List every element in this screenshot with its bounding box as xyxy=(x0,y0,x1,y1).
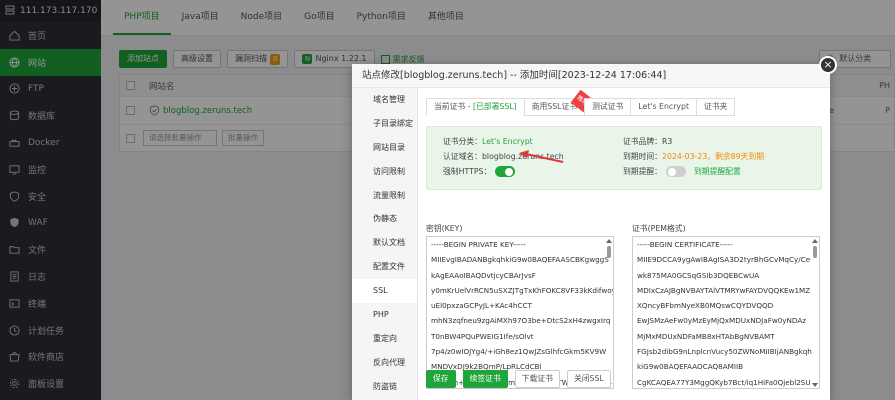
force-https-key: 强制HTTPS： xyxy=(443,167,492,176)
cert-label: 证书(PEM格式) xyxy=(632,224,686,233)
cert-expire-value: 2024-03-23，剩余89天到期 xyxy=(661,152,764,161)
modal-nav-item[interactable]: 域名管理 xyxy=(352,88,417,112)
cert-type-value: Let's Encrypt xyxy=(481,137,533,146)
modal-nav-item[interactable]: PHP xyxy=(352,303,417,327)
modal-nav-item[interactable]: SSL xyxy=(352,279,417,304)
code-line: wk875MA0GCSqGSIb3DQEBCwUA xyxy=(637,270,760,280)
modal-nav-item[interactable]: 子目录绑定 xyxy=(352,112,417,136)
code-line: mhN3zqfneu9zgAiMXh97O3be+DtcS2xH4zwgxIrq xyxy=(431,316,611,326)
cert-scrollbar[interactable] xyxy=(812,239,818,387)
code-line: y0mKrUelVrRCN5uSXZJTgTxKhFOKC8VF33kKdifw… xyxy=(431,285,613,295)
code-line: kAgEAAoIBAQDvtjcyCBArJvsF xyxy=(431,270,536,280)
code-line: uEl0pxzaGCPyJL+KAc4hCCT xyxy=(431,301,532,311)
ssl-tabs: 当前证书 - [已部署SSL] 商用SSL证书 推荐 测试证书 Let's Enc… xyxy=(426,89,822,116)
download-cert-button[interactable]: 下载证书 xyxy=(514,370,560,388)
expire-remind-key: 到期提醒： xyxy=(623,167,662,176)
certificate-textarea[interactable]: -----BEGIN CERTIFICATE----- MIIE9DCCA9ygA… xyxy=(632,236,820,389)
tab-current-status: [已部署SSL] xyxy=(472,102,517,111)
close-ssl-button[interactable]: 关闭SSL xyxy=(566,370,611,388)
cert-info-box: 证书分类： Let's Encrypt 认证域名： blogblog.zerun… xyxy=(426,126,822,190)
scroll-thumb[interactable] xyxy=(813,246,817,258)
annotation-arrow-icon xyxy=(519,150,564,163)
cert-type-key: 证书分类： xyxy=(443,137,482,146)
tab-current-cert[interactable]: 当前证书 - [已部署SSL] xyxy=(426,98,525,116)
modal-nav-item[interactable]: 伪静态 xyxy=(352,207,417,231)
code-line: MIIEvgIBADANBgkqhkiG9w0BAQEFAASCBKgwggS xyxy=(431,255,609,265)
tab-cert-folder[interactable]: 证书夹 xyxy=(696,98,736,116)
scroll-up-icon xyxy=(606,239,612,243)
code-line: XQncyBFbmNyeXB0MQswCQYDVQQD xyxy=(637,301,774,311)
cert-expire-row: 到期时间： 2024-03-23，剩余89天到期 xyxy=(623,151,764,162)
expire-remind-row: 到期提醒： 到期提醒配置 xyxy=(623,166,741,177)
scroll-thumb[interactable] xyxy=(607,246,611,258)
save-button[interactable]: 保存 xyxy=(426,370,456,388)
force-https-toggle[interactable] xyxy=(495,166,516,177)
cert-brand-value: R3 xyxy=(661,137,673,146)
tab-current-label: 当前证书 - xyxy=(434,102,473,111)
ssl-panel: 当前证书 - [已部署SSL] 商用SSL证书 推荐 测试证书 Let's Enc… xyxy=(418,88,830,400)
code-line: 7p4/z0wIOJYg4/+iGh8ez1QwJZsGlhfcGkm5KV9W xyxy=(431,347,607,357)
code-line: CgKCAQEA77Y3MggQKyb7Bct/iq1HiFa0Qjebl2SU xyxy=(637,377,811,387)
modal-nav-item[interactable]: 默认文档 xyxy=(352,231,417,255)
site-edit-modal: 站点修改[blogblog.zeruns.tech] -- 添加时间[2023-… xyxy=(352,64,830,400)
tab-commercial-label: 商用SSL证书 xyxy=(531,102,578,111)
code-line: kiG9w0BAQEFAAOCAQ8AMIIB xyxy=(637,362,744,372)
modal-nav-item[interactable]: 防盗链 xyxy=(352,375,417,399)
modal-nav-item[interactable]: 配置文件 xyxy=(352,255,417,279)
modal-close-button[interactable]: × xyxy=(819,56,837,74)
code-line: -----BEGIN PRIVATE KEY----- xyxy=(431,240,526,249)
modal-title: 站点修改[blogblog.zeruns.tech] -- 添加时间[2023-… xyxy=(352,64,830,88)
modal-nav-item[interactable]: 重定向 xyxy=(352,327,417,351)
modal-nav-item[interactable]: 访问限制 xyxy=(352,160,417,184)
code-line: EwJSMzAeFw0yMzEyMjQxMDUxNDJaFw0yNDAz xyxy=(637,316,807,326)
modal-nav: 域名管理 子目录绑定 网站目录 访问限制 流量限制 伪静态 默认文档 配置文件 SSL PHP 重定… xyxy=(352,88,418,400)
ssl-actions: 保存 续签证书 下载证书 关闭SSL xyxy=(426,370,618,388)
code-line: MDIxCzAJBgNVBAYTAlVTMRYwFAYDVQQKEw1MZ xyxy=(637,285,811,295)
cert-domain-key: 认证域名： xyxy=(443,152,482,161)
expire-remind-config-link[interactable]: 到期提醒配置 xyxy=(694,166,741,177)
modal-nav-item[interactable]: 流量限制 xyxy=(352,184,417,208)
cert-brand-key: 证书品牌： xyxy=(623,137,662,146)
key-scrollbar[interactable] xyxy=(606,239,612,387)
code-line: T0nBW4PQuPWEIG1Ife/sOlvt xyxy=(431,331,534,341)
cert-expire-key: 到期时间： xyxy=(623,152,662,161)
code-line: MjMxMDUxNDFaMB8xHTAbBgNVBAMT xyxy=(637,331,775,341)
modal-nav-item[interactable]: 网站目录 xyxy=(352,136,417,160)
cert-brand-row: 证书品牌： R3 xyxy=(623,136,672,147)
modal-nav-item[interactable]: 反向代理 xyxy=(352,351,417,375)
tab-commercial-ssl[interactable]: 商用SSL证书 推荐 xyxy=(523,89,594,116)
code-line: FGJsb2dibG9nLnplcnVucy50ZWNoMIIBIjANBgkq… xyxy=(637,347,812,357)
cert-type-row: 证书分类： Let's Encrypt xyxy=(443,136,533,147)
expire-remind-toggle[interactable] xyxy=(665,166,686,177)
scroll-down-icon xyxy=(812,383,818,387)
key-label: 密钥(KEY) xyxy=(426,224,463,233)
code-line: MIIE9DCCA9ygAwIBAgISA3D2tyrBhGCvMqCy/Ce xyxy=(637,255,811,265)
force-https-row: 强制HTTPS： xyxy=(443,166,516,177)
tab-test-cert[interactable]: 测试证书 xyxy=(584,98,632,116)
private-key-textarea[interactable]: -----BEGIN PRIVATE KEY----- MIIEvgIBADANB… xyxy=(426,236,614,389)
renew-cert-button[interactable]: 续签证书 xyxy=(462,370,508,388)
code-line: -----BEGIN CERTIFICATE----- xyxy=(637,240,733,249)
tab-letsencrypt[interactable]: Let's Encrypt xyxy=(630,98,698,116)
scroll-up-icon xyxy=(812,239,818,243)
